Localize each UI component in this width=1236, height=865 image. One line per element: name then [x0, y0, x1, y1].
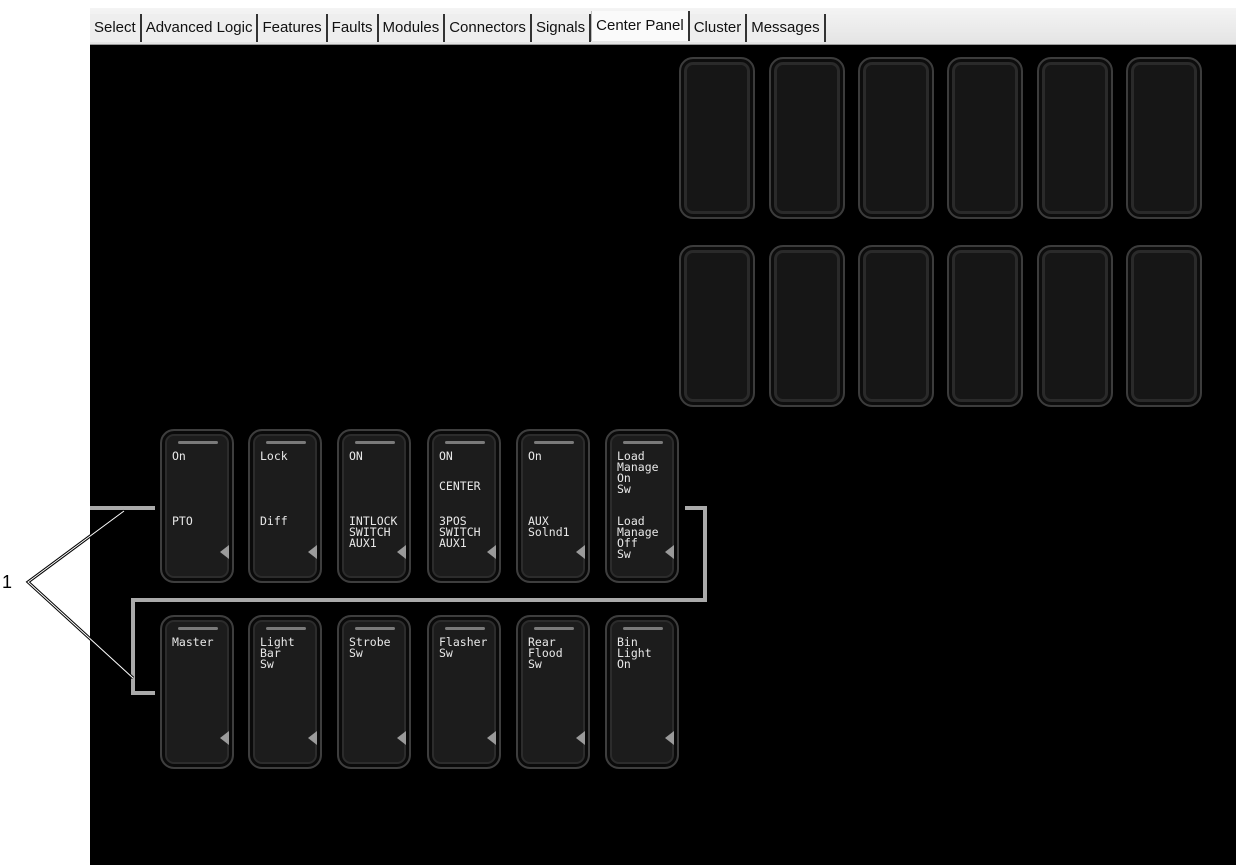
callout-number: 1: [2, 572, 13, 592]
callout-lines: [25, 506, 707, 695]
